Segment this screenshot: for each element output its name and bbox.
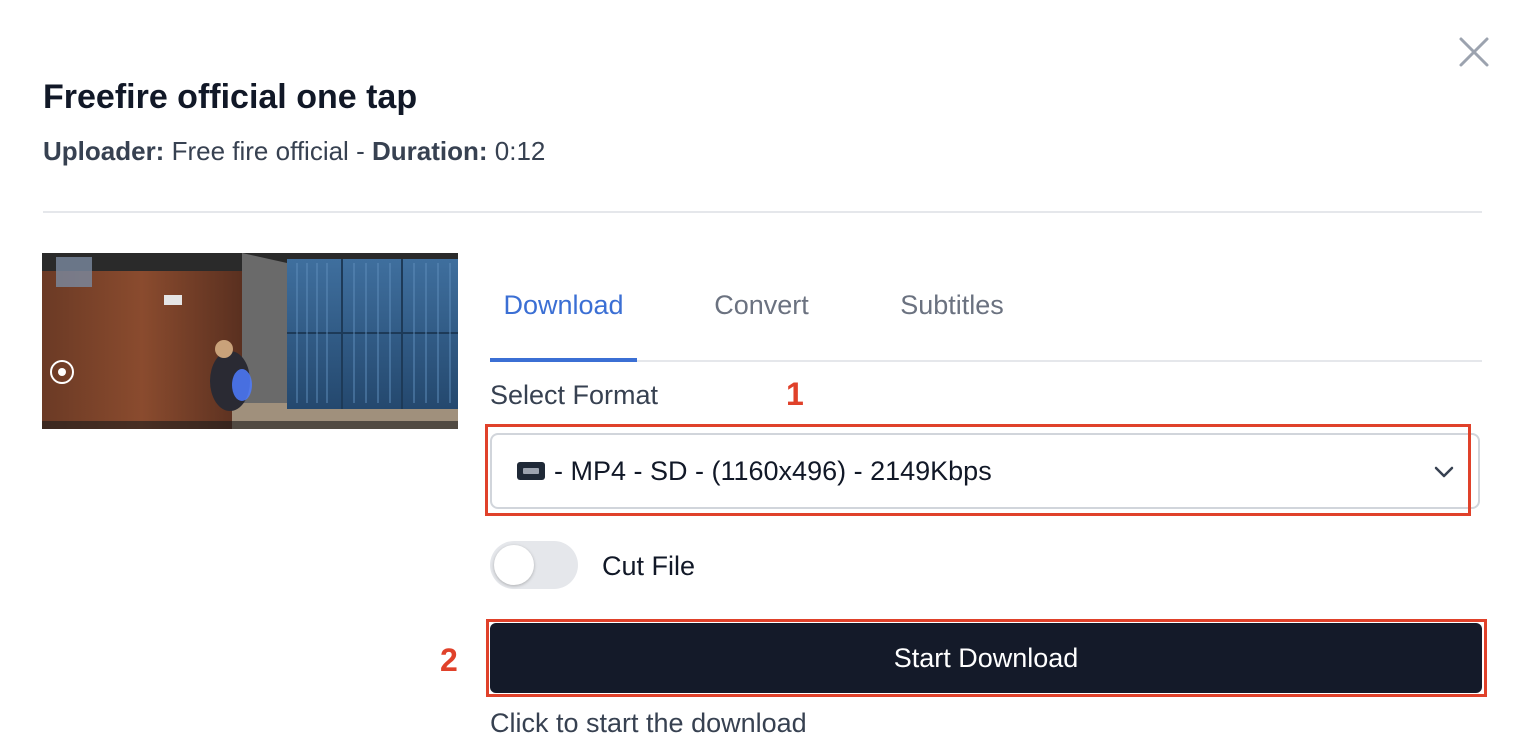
- thumbnail-image: [42, 253, 458, 429]
- select-format-label: Select Format: [490, 380, 659, 410]
- start-download-button[interactable]: Start Download: [490, 623, 1482, 693]
- uploader-value: Free fire official: [171, 136, 349, 166]
- annotation-marker-2: 2: [440, 642, 458, 678]
- toggle-knob: [494, 545, 534, 585]
- close-icon: [1459, 37, 1489, 67]
- video-meta: Uploader: Free fire official - Duration:…: [43, 136, 545, 167]
- annotation-marker-1: 1: [786, 376, 804, 412]
- cut-file-label: Cut File: [602, 551, 696, 581]
- video-title: Freefire official one tap: [43, 78, 418, 116]
- format-select-value: - MP4 - SD - (1160x496) - 2149Kbps: [554, 456, 992, 486]
- format-select[interactable]: - MP4 - SD - (1160x496) - 2149Kbps: [490, 433, 1480, 509]
- video-thumbnail: [42, 253, 458, 429]
- uploader-label: Uploader:: [43, 136, 165, 166]
- meta-separator: -: [356, 136, 365, 166]
- duration-label: Duration:: [371, 136, 488, 166]
- download-dialog: Freefire official one tap Uploader: Free…: [0, 0, 1516, 750]
- header-divider: [43, 211, 1482, 213]
- chevron-down-icon: [1434, 466, 1454, 478]
- close-button[interactable]: [1456, 34, 1492, 70]
- tab-subtitles[interactable]: Subtitles: [883, 262, 1021, 360]
- tab-convert[interactable]: Convert: [695, 262, 828, 360]
- start-download-hint: Click to start the download: [490, 708, 807, 738]
- cut-file-toggle[interactable]: [490, 541, 578, 589]
- duration-value: 0:12: [494, 136, 546, 166]
- vhs-cassette-icon: [517, 462, 545, 480]
- tab-bar: Download Convert Subtitles: [490, 262, 1482, 362]
- tab-download[interactable]: Download: [490, 262, 637, 362]
